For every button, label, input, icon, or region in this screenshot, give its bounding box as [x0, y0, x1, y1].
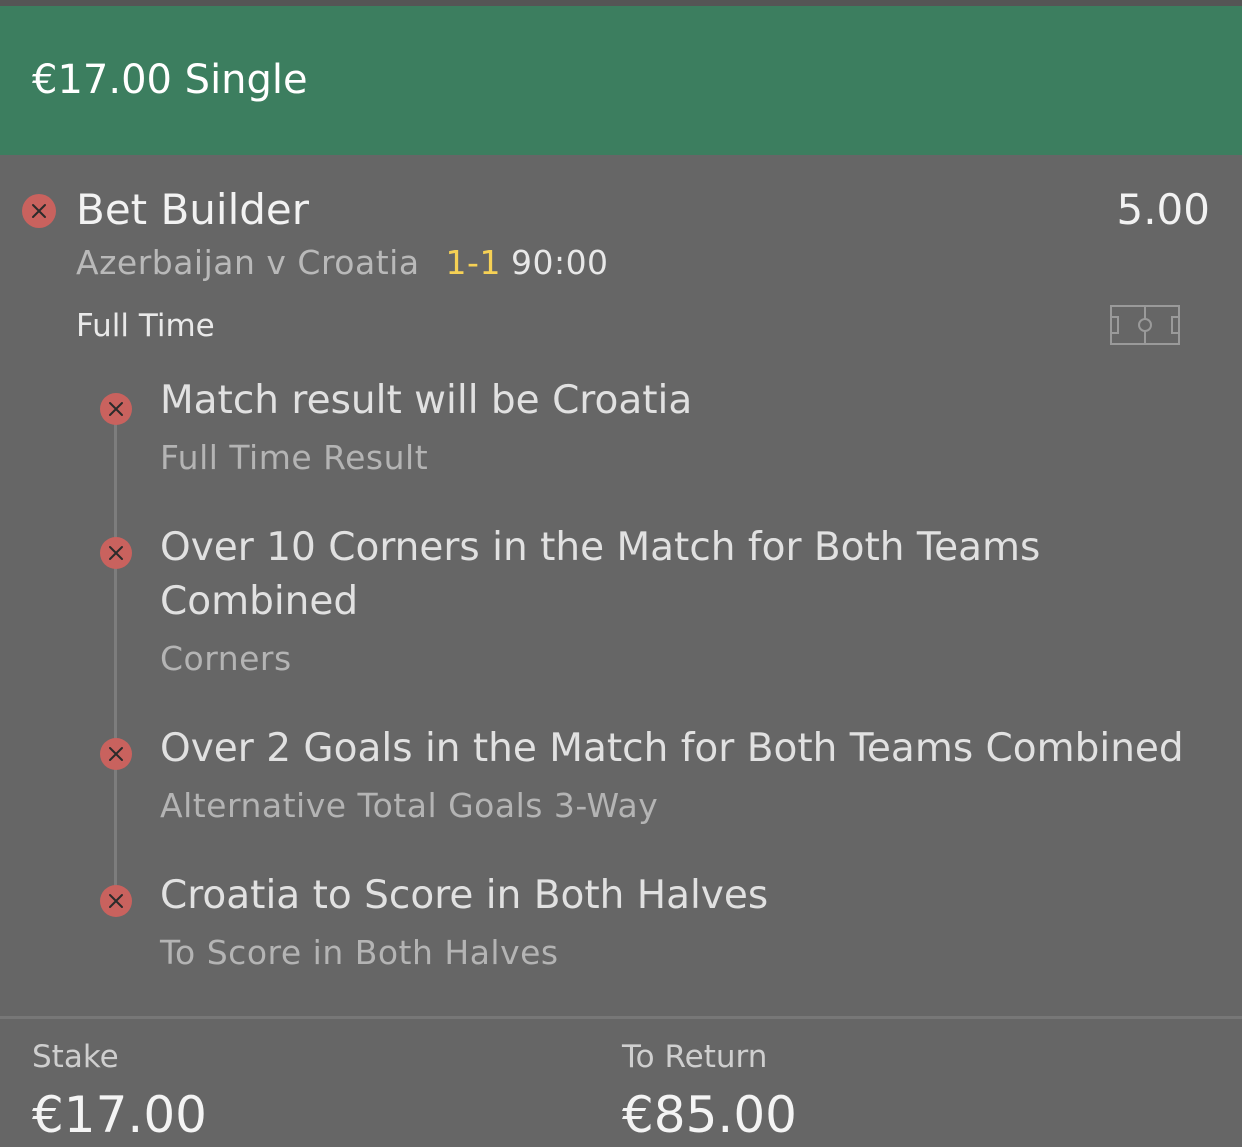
return-label: To Return — [622, 1039, 768, 1075]
selection-title: Match result will be Croatia — [160, 378, 693, 423]
lost-x-icon — [100, 885, 132, 917]
period-label: Full Time — [76, 308, 215, 344]
selection-title: Over 10 Corners in the Match for Both Te… — [160, 525, 1041, 570]
stake-label: Stake — [32, 1039, 119, 1075]
selection-timeline — [114, 408, 117, 900]
lost-x-icon — [100, 738, 132, 770]
selection-market: Full Time Result — [160, 438, 429, 477]
lost-x-icon — [22, 194, 56, 228]
bet-odds: 5.00 — [1116, 185, 1210, 234]
selection-title: Croatia to Score in Both Halves — [160, 873, 769, 918]
selection-title: Over 2 Goals in the Match for Both Teams… — [160, 726, 1184, 771]
selection-market: Corners — [160, 639, 292, 678]
selection-title-continued: Combined — [160, 579, 359, 624]
bet-type-title: Bet Builder — [76, 185, 310, 234]
event-time: 90:00 — [510, 243, 609, 282]
event-line: Azerbaijan v Croatia 1-1 90:00 — [76, 243, 609, 283]
football-pitch-icon — [1110, 305, 1180, 345]
stake-value: €17.00 — [32, 1086, 207, 1144]
selection-market: To Score in Both Halves — [160, 933, 559, 972]
selection-market: Alternative Total Goals 3-Way — [160, 786, 659, 825]
footer-divider — [0, 1016, 1242, 1019]
bet-header[interactable]: €17.00 Single — [0, 6, 1242, 155]
event-score: 1-1 — [445, 243, 501, 282]
bet-header-title: €17.00 Single — [32, 57, 308, 103]
event-name: Azerbaijan v Croatia — [76, 243, 420, 282]
lost-x-icon — [100, 537, 132, 569]
lost-x-icon — [100, 393, 132, 425]
return-value: €85.00 — [622, 1086, 797, 1144]
